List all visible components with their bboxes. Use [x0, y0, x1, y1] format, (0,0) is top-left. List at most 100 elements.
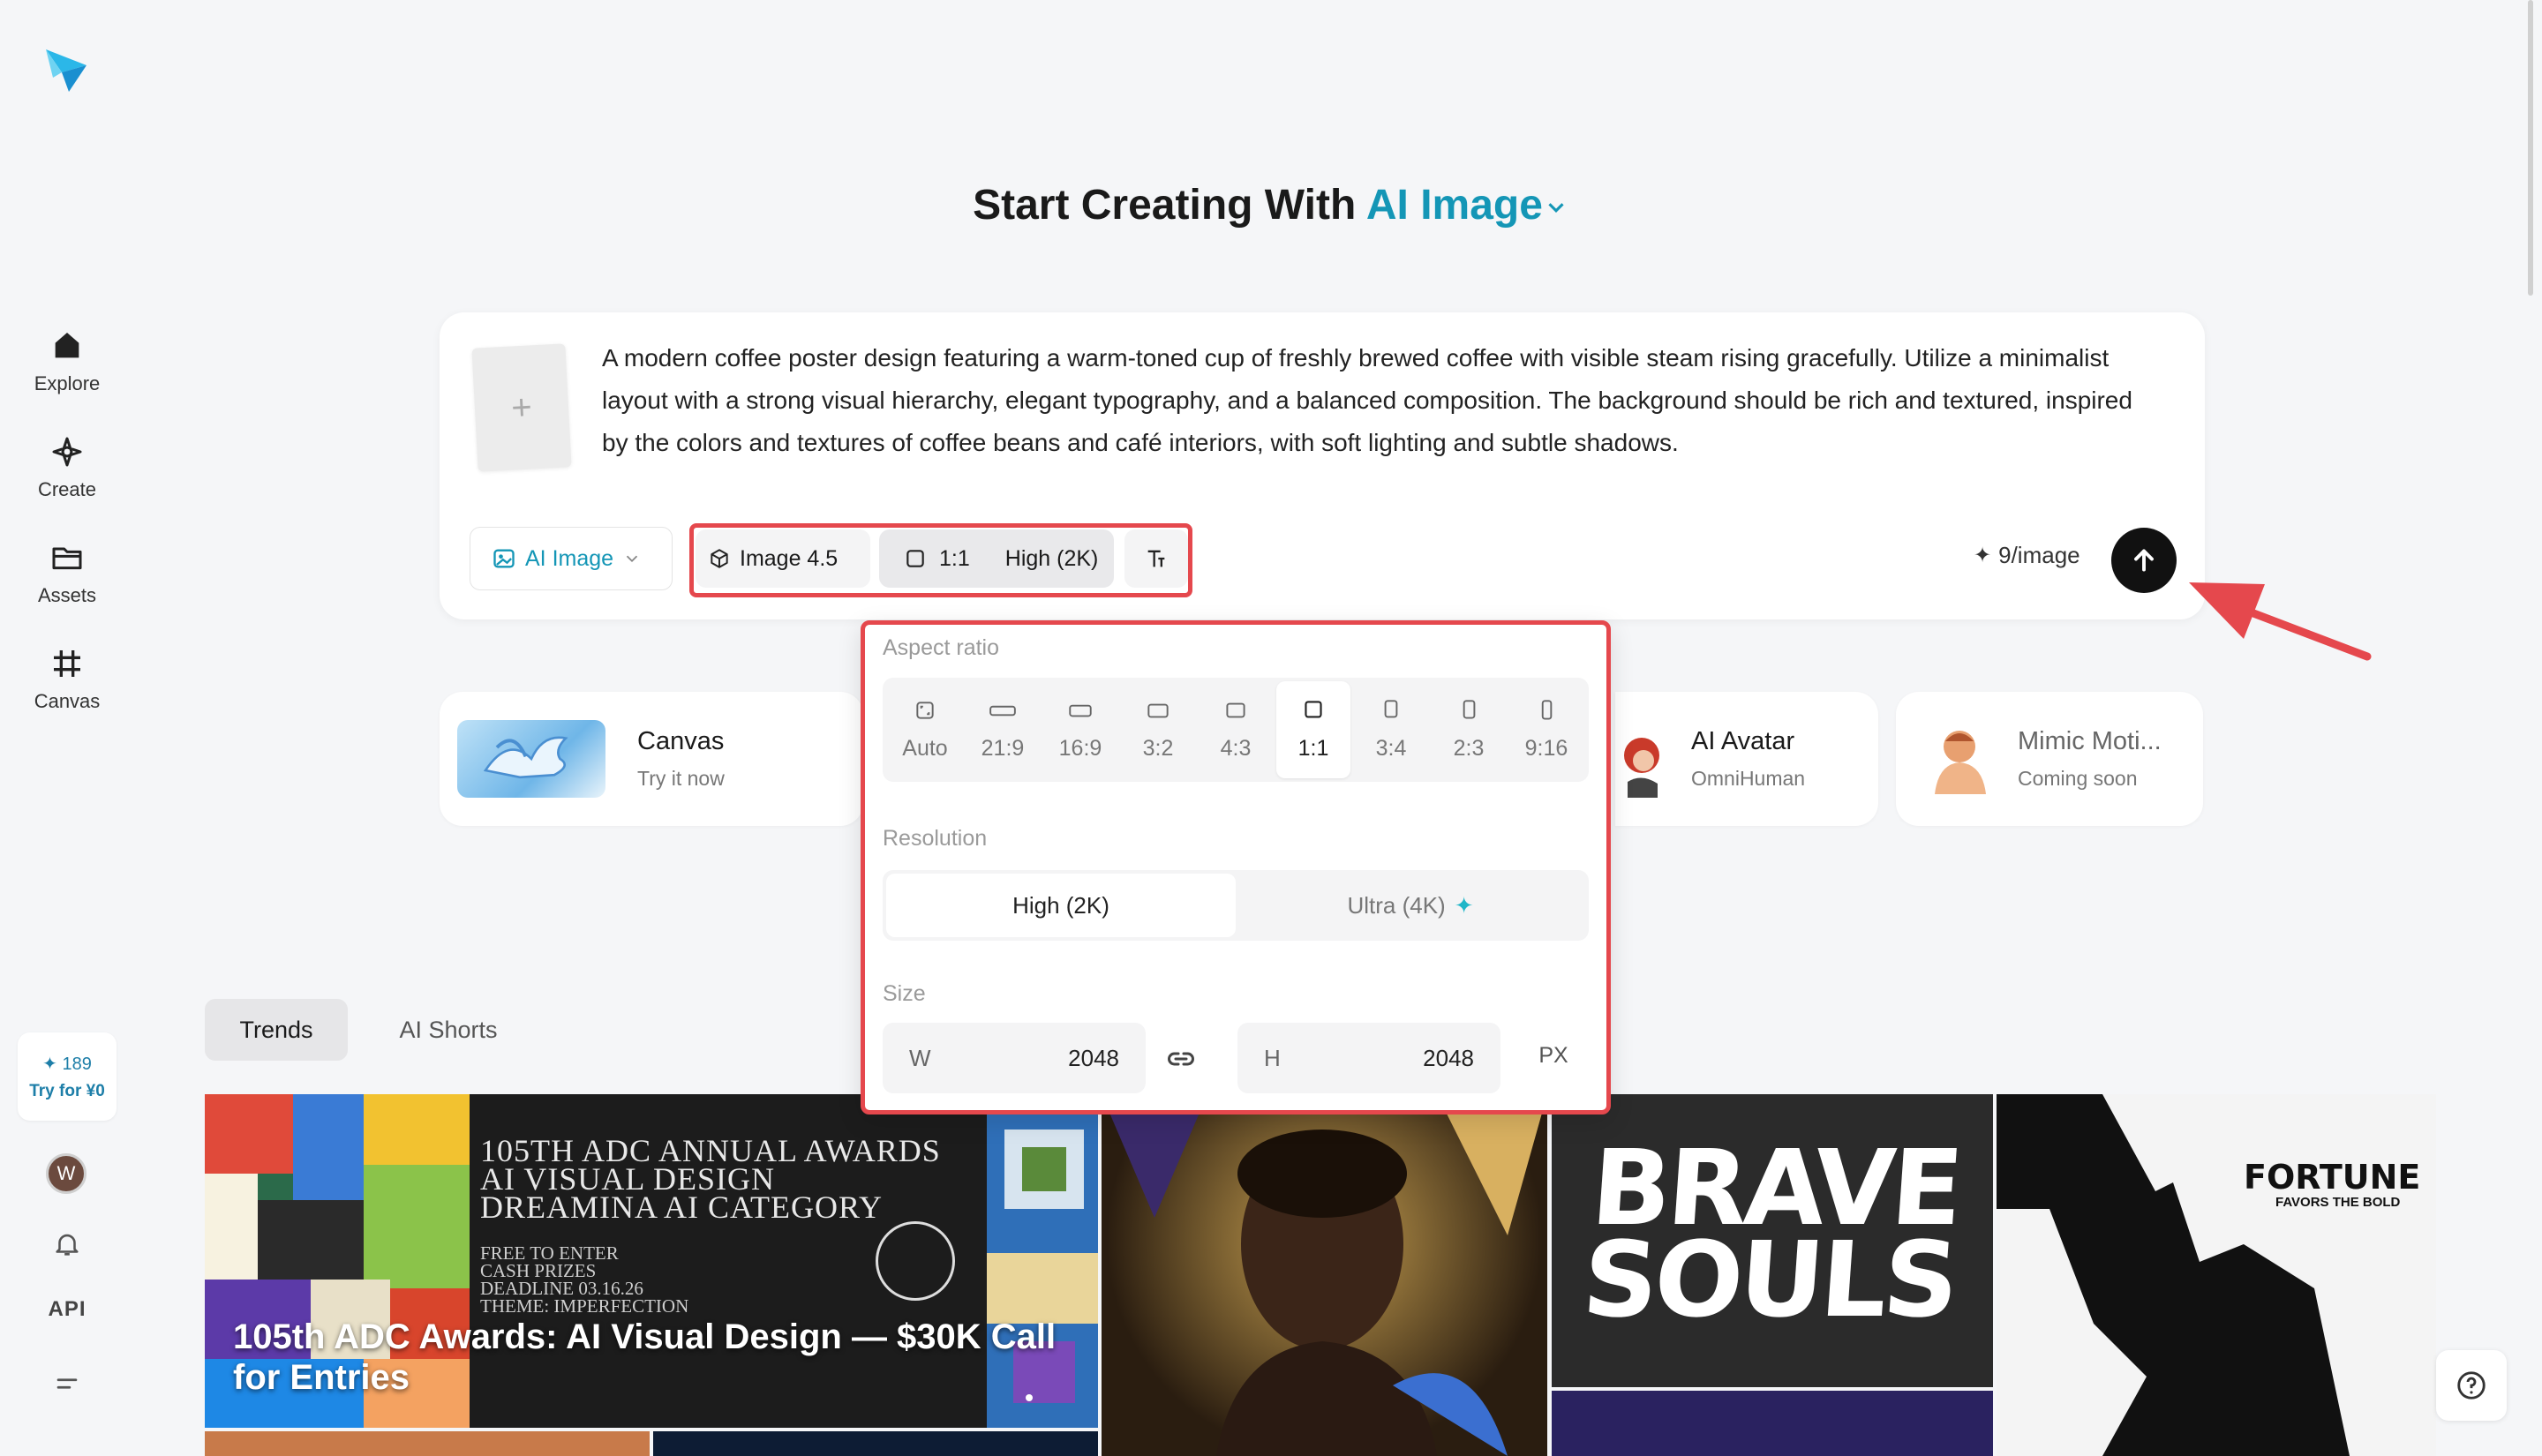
ratio-option-3-2[interactable]: 3:2	[1121, 681, 1195, 778]
mode-select-label: AI Image	[525, 545, 614, 571]
text-style-button[interactable]	[1124, 529, 1188, 588]
sidebar-item-assets[interactable]: Assets	[18, 529, 117, 618]
avatar[interactable]: W	[46, 1153, 86, 1194]
feature-card-mimic-motion[interactable]: Mimic Moti... Coming soon	[1896, 692, 2203, 826]
sparkle-icon: ✦	[1974, 544, 1992, 567]
sparkle-icon	[52, 437, 82, 467]
cube-icon	[711, 549, 728, 568]
arrow-up-icon	[2134, 549, 2154, 572]
credits-card[interactable]: ✦ 189 Try for ¥0	[18, 1032, 117, 1121]
resolution-option-high[interactable]: High (2K)	[886, 874, 1236, 937]
chevron-down-icon	[626, 555, 638, 563]
question-icon	[2457, 1371, 2486, 1400]
ratio-option-label: 4:3	[1220, 735, 1252, 761]
mode-switcher[interactable]: AI Image	[1366, 182, 1569, 229]
feature-card-canvas[interactable]: Canvas Try it now	[440, 692, 863, 826]
width-field-label: W	[909, 1044, 931, 1071]
ratio-option-auto[interactable]: Auto	[888, 681, 962, 778]
tab-trends[interactable]: Trends	[205, 999, 348, 1061]
gallery-tile[interactable]	[653, 1431, 1098, 1456]
ratio-option-21-9[interactable]: 21:9	[966, 681, 1040, 778]
square-ratio-icon	[906, 550, 924, 567]
poster-detail: DEADLINE 03.16.26	[480, 1278, 643, 1299]
mimic-thumbnail	[1921, 720, 1998, 798]
page-scrollbar[interactable]	[2528, 0, 2533, 296]
sidebar-item-label: Create	[37, 478, 97, 500]
width-value: 2048	[1068, 1044, 1119, 1071]
feature-card-ai-avatar[interactable]: AI Avatar OmniHuman	[1615, 692, 1878, 826]
ratio-shape-icon	[1384, 699, 1398, 717]
generation-settings-popover: Aspect ratio Auto 21:9 16:9 3:2 4:3 1:1 …	[861, 620, 1611, 1115]
tab-ai-shorts[interactable]: AI Shorts	[369, 999, 528, 1061]
link-icon[interactable]	[1163, 1041, 1199, 1077]
feature-subtitle: OmniHuman	[1691, 767, 1806, 790]
gallery-tile-portrait[interactable]	[1102, 1094, 1547, 1456]
height-field[interactable]: H 2048	[1237, 1023, 1500, 1093]
gallery-tile[interactable]	[1552, 1391, 1993, 1456]
size-label: Size	[883, 981, 926, 1006]
generate-button[interactable]	[2111, 528, 2177, 593]
poster-details: FREE TO ENTER CASH PRIZES DEADLINE 03.16…	[480, 1244, 688, 1316]
gallery-tile[interactable]	[205, 1431, 650, 1456]
size-unit: PX	[1538, 1043, 1568, 1068]
mode-select[interactable]: AI Image	[470, 527, 673, 590]
app-logo[interactable]	[44, 46, 88, 94]
quality-label: High (2K)	[1004, 545, 1099, 571]
cost-label: 9/image	[1998, 542, 2080, 568]
feature-title: Canvas	[637, 727, 725, 755]
sidebar-item-explore[interactable]: Explore	[18, 318, 117, 406]
upload-reference-button[interactable]: +	[471, 343, 572, 472]
poster-detail: CASH PRIZES	[480, 1260, 597, 1281]
home-icon	[55, 333, 79, 358]
chevron-down-icon	[1548, 203, 1564, 214]
avatar-thumbnail	[1615, 720, 1668, 798]
width-field[interactable]: W 2048	[883, 1023, 1146, 1093]
text-format-icon	[1147, 550, 1165, 567]
ratio-option-1-1[interactable]: 1:1	[1276, 681, 1350, 778]
poster-heading: 105TH ADC ANNUAL AWARDS AI VISUAL DESIGN…	[480, 1135, 941, 1225]
height-value: 2048	[1423, 1044, 1474, 1071]
sidebar-item-label: Explore	[34, 372, 101, 394]
sidebar-item-label: Assets	[37, 584, 97, 606]
resolution-option-label: High (2K)	[1012, 891, 1109, 919]
try-free-link[interactable]: Try for ¥0	[29, 1082, 105, 1101]
fortune-silhouette-art	[1997, 1094, 2350, 1456]
sidebar-item-label: Canvas	[34, 690, 101, 712]
gallery-tile-fortune[interactable]: FORTUNE FAVORS THE BOLD	[1997, 1094, 2436, 1456]
ratio-option-label: 3:4	[1375, 735, 1407, 761]
ratio-option-9-16[interactable]: 9:16	[1509, 681, 1583, 778]
ratio-option-4-3[interactable]: 4:3	[1199, 681, 1273, 778]
folder-icon	[52, 547, 82, 570]
feature-subtitle: Coming soon	[2018, 767, 2138, 790]
bell-icon[interactable]	[49, 1227, 85, 1262]
page-title-prefix: Start Creating With	[973, 182, 1357, 229]
plus-icon: +	[510, 387, 533, 428]
ratio-quality-select[interactable]: 1:1 High (2K)	[879, 529, 1114, 588]
poster-line: DREAMINA AI CATEGORY	[480, 1190, 884, 1225]
adc-logo	[876, 1221, 955, 1301]
sidebar-item-create[interactable]: Create	[18, 424, 117, 512]
prompt-input[interactable]: A modern coffee poster design featuring …	[602, 337, 2155, 464]
ratio-shape-icon	[1069, 704, 1092, 717]
height-field-label: H	[1264, 1044, 1281, 1071]
pegasus-thumbnail	[457, 720, 605, 798]
menu-icon[interactable]	[49, 1366, 85, 1401]
carousel-dot[interactable]	[1026, 1394, 1033, 1401]
ratio-shape-icon	[1463, 699, 1476, 718]
api-link[interactable]: API	[35, 1297, 99, 1322]
ratio-option-label: 3:2	[1142, 735, 1174, 761]
resolution-option-label: Ultra (4K)	[1347, 891, 1446, 919]
sidebar-item-canvas[interactable]: Canvas	[18, 635, 117, 724]
featured-banner[interactable]: 105TH ADC ANNUAL AWARDS AI VISUAL DESIGN…	[205, 1094, 1098, 1428]
ratio-shape-icon	[1147, 703, 1169, 717]
ratio-label: 1:1	[939, 545, 970, 571]
ratio-option-16-9[interactable]: 16:9	[1043, 681, 1117, 778]
ratio-option-2-3[interactable]: 2:3	[1432, 681, 1506, 778]
help-button[interactable]	[2436, 1350, 2507, 1421]
gallery-tile-brave-souls[interactable]: BRAVE SOULS	[1552, 1094, 1993, 1387]
model-select[interactable]: Image 4.5	[696, 529, 870, 588]
resolution-options: High (2K) Ultra (4K) ✦	[883, 870, 1589, 941]
resolution-option-ultra[interactable]: Ultra (4K) ✦	[1236, 874, 1585, 937]
ratio-option-3-4[interactable]: 3:4	[1354, 681, 1428, 778]
ratio-option-label: 21:9	[981, 735, 1025, 761]
